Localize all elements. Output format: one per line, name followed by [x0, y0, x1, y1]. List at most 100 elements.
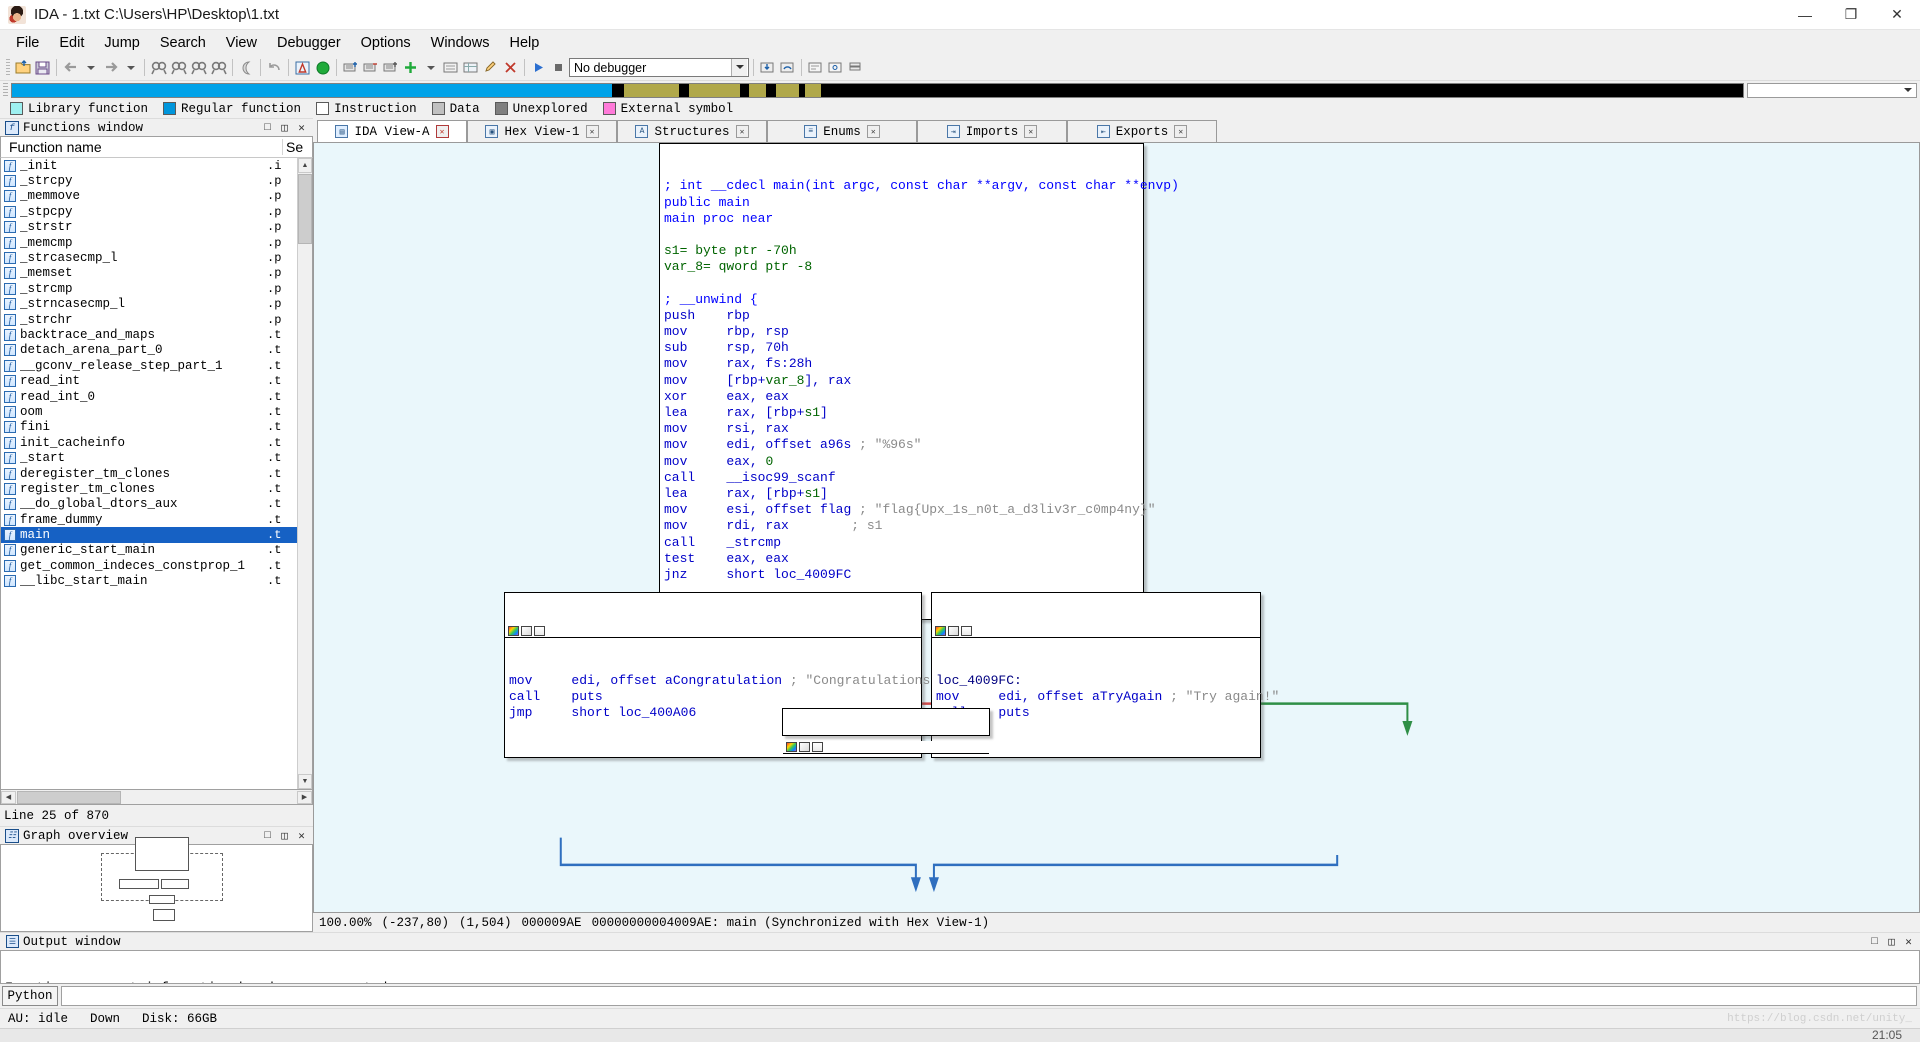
run-icon[interactable] — [529, 58, 548, 77]
tab-ida-view-a[interactable]: ▤ IDA View-A ✕ — [317, 120, 467, 142]
navband-grip[interactable] — [3, 83, 8, 97]
moon-icon[interactable] — [237, 58, 256, 77]
tab-hex-view-1[interactable]: ▣ Hex View-1 ✕ — [467, 120, 617, 142]
forward-arrow-icon[interactable] — [101, 58, 120, 77]
edit-icon[interactable] — [481, 58, 500, 77]
delete-icon[interactable] — [501, 58, 520, 77]
function-list-row[interactable]: f register_tm_clones .t — [1, 481, 297, 496]
function-list-row[interactable]: f deregister_tm_clones .t — [1, 466, 297, 481]
scroll-up-icon[interactable]: ▲ — [298, 158, 312, 173]
function-list-row[interactable]: f oom .t — [1, 404, 297, 419]
menu-help[interactable]: Help — [499, 32, 549, 54]
scroll-left-icon[interactable]: ◀ — [1, 790, 16, 804]
close-panel-icon[interactable]: ✕ — [296, 122, 307, 135]
float-panel-icon-2[interactable]: ◫ — [279, 830, 290, 843]
functions-list[interactable]: f _init .i f _strcpy .p f _memmove .p f _stpcpy .p f… — [1, 158, 297, 789]
function-list-row[interactable]: f _memset .p — [1, 266, 297, 281]
function-list-row[interactable]: f _strstr .p — [1, 220, 297, 235]
save-icon[interactable] — [33, 58, 52, 77]
plus-dropdown-icon[interactable] — [421, 58, 440, 77]
tab-close-icon[interactable]: ✕ — [735, 125, 749, 138]
scroll-right-icon[interactable]: ▶ — [297, 790, 312, 804]
menu-jump[interactable]: Jump — [94, 32, 149, 54]
tab-close-icon[interactable]: ✕ — [435, 125, 449, 138]
function-list-row[interactable]: f __libc_start_main .t — [1, 574, 297, 589]
function-list-row[interactable]: f _strcpy .p — [1, 173, 297, 188]
pen-icon-3[interactable] — [799, 742, 810, 753]
navband-segment-0[interactable] — [12, 83, 612, 97]
float-panel-icon[interactable]: ◫ — [279, 122, 290, 135]
function-list-row[interactable]: f _memmove .p — [1, 189, 297, 204]
function-list-row[interactable]: f frame_dummy .t — [1, 512, 297, 527]
function-list-row[interactable]: f fini .t — [1, 420, 297, 435]
scroll-down-icon[interactable]: ▼ — [298, 774, 312, 789]
menu-windows[interactable]: Windows — [421, 32, 500, 54]
graph-overview-canvas[interactable] — [0, 837, 313, 932]
grid-icon[interactable] — [534, 626, 545, 637]
function-list-row[interactable]: f generic_start_main .t — [1, 543, 297, 558]
navband-segment-6[interactable] — [748, 83, 767, 97]
function-list-row[interactable]: f _memcmp .p — [1, 235, 297, 250]
grid-icon-2[interactable] — [961, 626, 972, 637]
enable-breakpoint-icon[interactable] — [381, 58, 400, 77]
watch-icon[interactable] — [826, 58, 845, 77]
menu-options[interactable]: Options — [351, 32, 421, 54]
back-dropdown-icon[interactable] — [81, 58, 100, 77]
navband-segment-11[interactable] — [820, 83, 1743, 97]
search-text-icon[interactable] — [169, 58, 188, 77]
navband-segment-3[interactable] — [678, 83, 689, 97]
function-list-row[interactable]: f _start .t — [1, 450, 297, 465]
palette-icon-2[interactable] — [935, 626, 946, 637]
column-header-function-name[interactable]: Function name — [1, 139, 282, 155]
tab-exports[interactable]: ⇤ Exports ✕ — [1067, 120, 1217, 142]
list-icon[interactable] — [441, 58, 460, 77]
function-list-row[interactable]: f detach_arena_part_0 .t — [1, 343, 297, 358]
minimize-panel-icon-3[interactable]: □ — [1869, 936, 1880, 948]
navband-segment-7[interactable] — [766, 83, 777, 97]
graph-block-tryagain-titlebar[interactable] — [932, 625, 1260, 639]
function-list-row[interactable]: f read_int .t — [1, 373, 297, 388]
minimize-panel-icon-2[interactable]: □ — [262, 830, 273, 842]
function-list-row[interactable]: f get_common_indeces_constprop_1 .t — [1, 558, 297, 573]
trace-icon[interactable] — [806, 58, 825, 77]
navband-segment-5[interactable] — [740, 83, 749, 97]
toolbar-grip[interactable] — [6, 59, 10, 76]
navband-segment-2[interactable] — [623, 83, 679, 97]
ida-graph-view[interactable]: ; int __cdecl main(int argc, const char … — [313, 142, 1920, 913]
menu-view[interactable]: View — [216, 32, 267, 54]
navband-segment-9[interactable] — [798, 83, 806, 97]
function-list-row[interactable]: f read_int_0 .t — [1, 389, 297, 404]
pen-icon[interactable] — [521, 626, 532, 637]
step-into-icon[interactable] — [758, 58, 777, 77]
maximize-button[interactable]: ❐ — [1828, 0, 1874, 30]
back-arrow-icon[interactable] — [61, 58, 80, 77]
del-breakpoint-icon[interactable] — [361, 58, 380, 77]
search-binary-icon[interactable] — [149, 58, 168, 77]
function-list-row[interactable]: f _strchr .p — [1, 312, 297, 327]
function-list-row[interactable]: f init_cacheinfo .t — [1, 435, 297, 450]
tab-enums[interactable]: ≡ Enums ✕ — [767, 120, 917, 142]
tab-close-icon[interactable]: ✕ — [1174, 125, 1188, 138]
search-next-icon[interactable] — [209, 58, 228, 77]
grid-icon-3[interactable] — [812, 742, 823, 753]
navigation-band[interactable] — [11, 82, 1744, 98]
close-panel-icon-3[interactable]: ✕ — [1903, 936, 1914, 949]
navband-segment-10[interactable] — [805, 83, 821, 97]
cli-language-button[interactable]: Python — [2, 986, 58, 1006]
step-over-icon[interactable] — [778, 58, 797, 77]
add-breakpoint-icon[interactable] — [341, 58, 360, 77]
pen-icon-2[interactable] — [948, 626, 959, 637]
functions-vertical-scrollbar[interactable]: ▲ ▼ — [297, 158, 312, 789]
function-list-row[interactable]: f _strcmp .p — [1, 281, 297, 296]
palette-icon-3[interactable] — [786, 742, 797, 753]
function-list-row[interactable]: f backtrace_and_maps .t — [1, 327, 297, 342]
function-list-row[interactable]: f _strncasecmp_l .p — [1, 297, 297, 312]
stack-icon[interactable] — [846, 58, 865, 77]
plus-icon[interactable] — [401, 58, 420, 77]
minimize-button[interactable]: — — [1782, 0, 1828, 30]
stop-icon[interactable] — [549, 58, 568, 77]
column-header-segment[interactable]: Se — [282, 139, 312, 155]
function-list-row[interactable]: f main .t — [1, 527, 297, 543]
minimize-panel-icon[interactable]: □ — [262, 122, 273, 134]
green-circle-icon[interactable] — [313, 58, 332, 77]
